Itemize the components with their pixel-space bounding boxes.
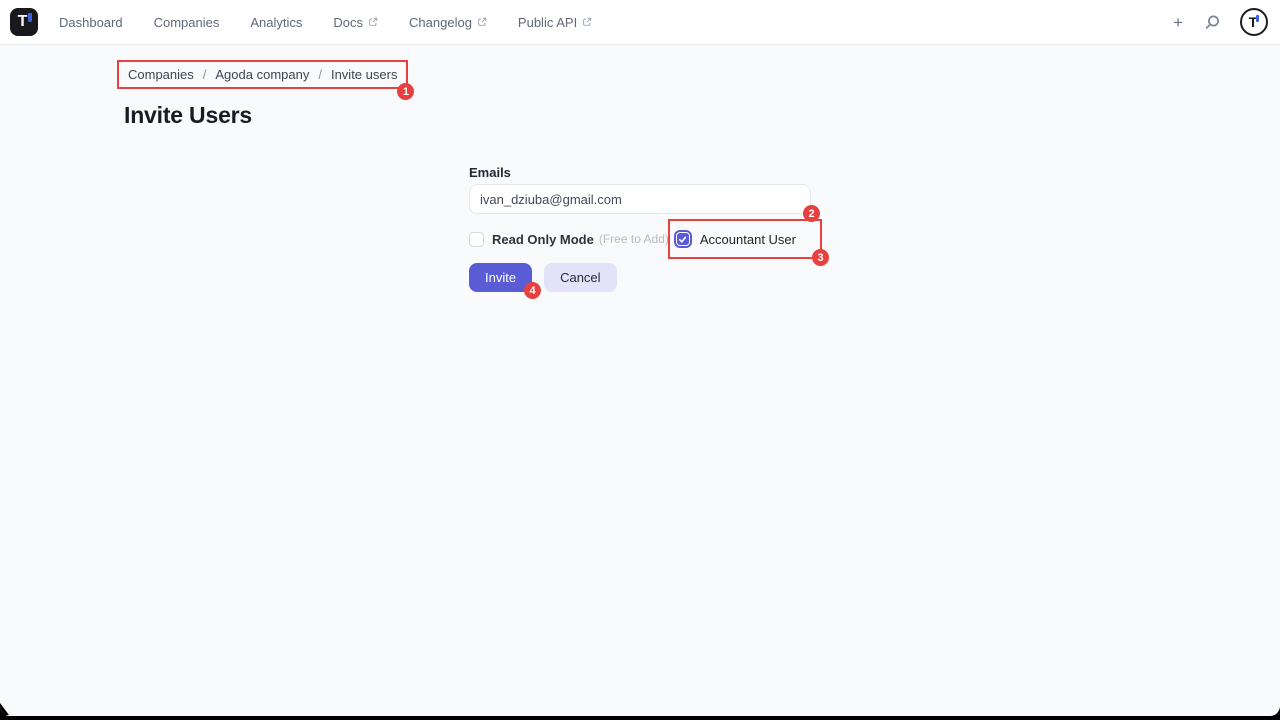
nav-item-changelog[interactable]: Changelog	[409, 15, 487, 30]
breadcrumb-agoda-company[interactable]: Agoda company	[215, 67, 309, 82]
main-nav: Dashboard Companies Analytics Docs Chang…	[59, 15, 592, 30]
search-icon[interactable]	[1202, 12, 1223, 33]
breadcrumb-annotation-box: Companies / Agoda company / Invite users…	[117, 60, 408, 89]
checkbox-row: Read Only Mode (Free to Add) 3 Accountan…	[469, 230, 811, 248]
nav-item-companies[interactable]: Companies	[154, 15, 220, 30]
nav-item-dashboard[interactable]: Dashboard	[59, 15, 123, 30]
emails-label: Emails	[469, 165, 811, 180]
breadcrumb-separator: /	[203, 67, 207, 82]
annotation-badge-3: 3	[812, 249, 829, 266]
form-actions: Invite 4 Cancel	[469, 263, 811, 292]
brand-logo[interactable]: T	[10, 8, 38, 36]
accountant-user-label[interactable]: Accountant User	[700, 232, 796, 247]
nav-item-analytics[interactable]: Analytics	[250, 15, 302, 30]
external-link-icon	[582, 17, 592, 27]
breadcrumb: Companies / Agoda company / Invite users	[128, 67, 397, 82]
cancel-button[interactable]: Cancel	[544, 263, 616, 292]
emails-input[interactable]	[469, 184, 811, 214]
emails-input-wrap: 2	[469, 184, 811, 214]
read-only-mode-hint: (Free to Add)	[599, 232, 669, 246]
accountant-user-checkbox[interactable]	[674, 230, 692, 248]
avatar-accent-tick	[1256, 15, 1259, 22]
brand-letter: T	[18, 14, 28, 30]
checkmark-icon	[678, 235, 687, 244]
read-only-mode-label[interactable]: Read Only Mode	[492, 232, 594, 247]
brand-accent-tick	[28, 13, 32, 22]
external-link-icon	[368, 17, 378, 27]
invite-button[interactable]: Invite	[469, 263, 532, 292]
breadcrumb-companies[interactable]: Companies	[128, 67, 194, 82]
top-nav-actions: + T	[1171, 8, 1268, 36]
invite-form: Emails 2 Read Only Mode (Free to Add) 3	[469, 165, 811, 292]
breadcrumb-invite-users[interactable]: Invite users	[331, 67, 397, 82]
checkbox-checked-fill	[677, 233, 689, 245]
annotation-badge-2: 2	[803, 205, 820, 222]
main-content: Companies / Agoda company / Invite users…	[0, 45, 1280, 292]
user-avatar[interactable]: T	[1240, 8, 1268, 36]
invite-button-wrap: Invite 4	[469, 263, 532, 292]
nav-item-docs[interactable]: Docs	[333, 15, 378, 30]
accountant-user-group: 3 Accountant User	[674, 230, 796, 248]
mouse-cursor	[0, 703, 9, 715]
app-window: T Dashboard Companies Analytics Docs Cha…	[0, 0, 1280, 716]
external-link-icon	[477, 17, 487, 27]
annotation-badge-1: 1	[397, 83, 414, 100]
add-button[interactable]: +	[1171, 12, 1185, 33]
annotation-badge-4: 4	[524, 282, 541, 299]
page-title: Invite Users	[124, 102, 1280, 129]
read-only-mode-checkbox[interactable]	[469, 232, 484, 247]
nav-item-public-api[interactable]: Public API	[518, 15, 592, 30]
top-nav-bar: T Dashboard Companies Analytics Docs Cha…	[0, 0, 1280, 45]
breadcrumb-separator: /	[318, 67, 322, 82]
